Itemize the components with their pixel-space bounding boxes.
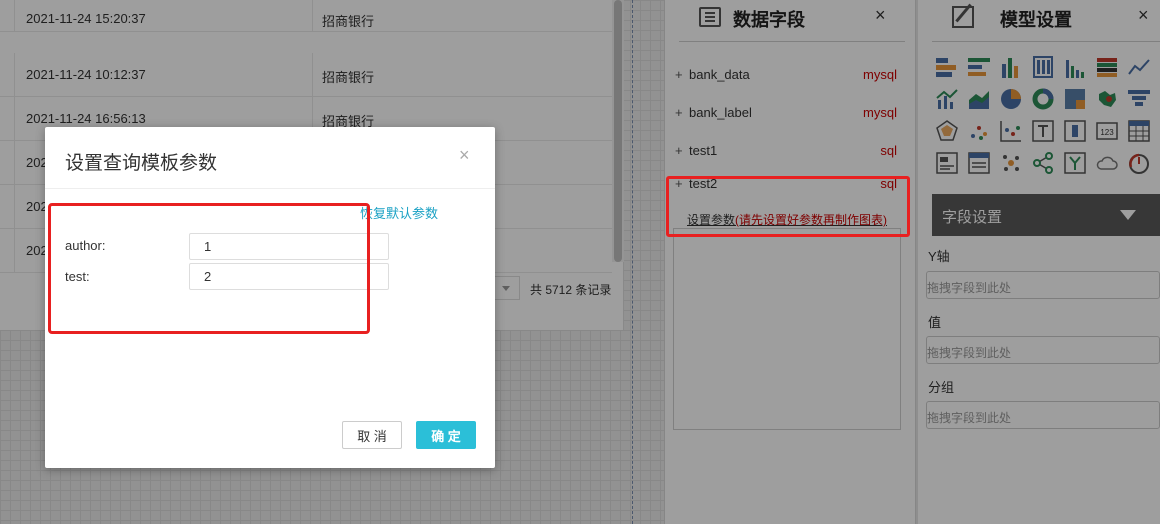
dialog-divider — [45, 188, 495, 189]
restore-defaults-link[interactable]: 恢复默认参数 — [360, 203, 438, 222]
dialog-title: 设置查询模板参数 — [65, 153, 218, 174]
confirm-button[interactable]: 确 定 — [416, 421, 476, 449]
cancel-button[interactable]: 取 消 — [342, 421, 402, 449]
highlight-box-params — [48, 203, 370, 334]
close-icon[interactable]: × — [459, 145, 470, 166]
highlight-box-set-params — [666, 176, 910, 237]
